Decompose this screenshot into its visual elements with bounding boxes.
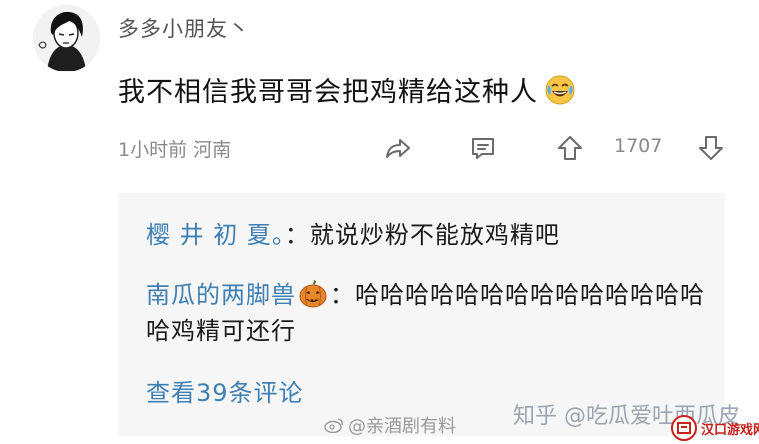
pumpkin-icon: [298, 278, 328, 308]
site-logo-text: 汉口游戏网: [701, 422, 759, 438]
reply-separator: ：: [284, 221, 310, 249]
comment-icon[interactable]: [468, 133, 498, 163]
comment-text: 我不相信我哥哥会把鸡精给这种人: [118, 77, 538, 108]
reply-author[interactable]: 樱 井 初 夏。: [146, 221, 285, 249]
laughing-crying-emoji-icon: [544, 74, 576, 106]
avatar-portrait-icon: [33, 5, 100, 72]
vote-count: 1707: [614, 135, 663, 157]
weibo-watermark-text: @亲酒剧有料: [348, 416, 456, 437]
weibo-icon: [324, 417, 344, 433]
reply-item[interactable]: 南瓜的两脚兽 ：哈哈哈哈哈哈哈哈哈哈哈哈哈哈哈鸡精可还行: [146, 277, 706, 349]
comment-body: 我不相信我哥哥会把鸡精给这种人: [118, 70, 576, 109]
view-all-replies-link[interactable]: 查看39条评论: [146, 373, 304, 408]
downvote-icon[interactable]: [696, 133, 726, 163]
avatar[interactable]: [33, 5, 100, 72]
comment-username[interactable]: 多多小朋友丶: [118, 13, 250, 43]
reply-separator: ：: [330, 281, 355, 309]
site-logo-icon: [670, 414, 698, 442]
share-icon[interactable]: [383, 133, 413, 163]
reply-author[interactable]: 南瓜的两脚兽: [146, 281, 296, 309]
comment-time-location: 1小时前 河南: [118, 139, 232, 161]
weibo-watermark: @亲酒剧有料: [324, 412, 456, 438]
site-logo: 汉口游戏网: [670, 412, 759, 444]
reply-text: 就说炒粉不能放鸡精吧: [309, 221, 560, 249]
comment-actions-row: 1小时前 河南 1707: [118, 133, 738, 163]
reply-item[interactable]: 樱 井 初 夏。：就说炒粉不能放鸡精吧: [146, 217, 560, 253]
upvote-icon[interactable]: [555, 133, 585, 163]
